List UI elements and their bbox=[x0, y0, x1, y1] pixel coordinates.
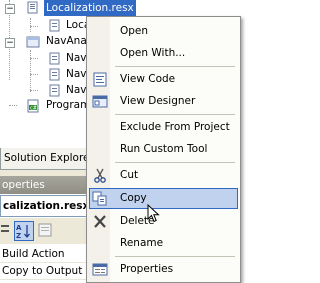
menu-item-label: Properties bbox=[120, 263, 174, 275]
menu-item-label: Rename bbox=[120, 237, 164, 249]
properties-grid: Build Action Copy to Output Dir bbox=[0, 246, 92, 283]
menu-item-label: Open bbox=[120, 25, 149, 37]
menu-separator bbox=[115, 162, 235, 163]
tree-line bbox=[30, 50, 31, 92]
menu-item-exclude-from-project[interactable]: Exclude From Project bbox=[89, 117, 238, 138]
svg-text:Z: Z bbox=[16, 232, 21, 240]
menu-item-label: Open With... bbox=[120, 47, 186, 59]
tree-node-label[interactable]: Nav bbox=[64, 50, 89, 66]
file-icon bbox=[49, 68, 60, 81]
property-pages-button[interactable] bbox=[36, 221, 56, 241]
copy-icon bbox=[92, 191, 107, 206]
folder-file-icon bbox=[26, 36, 40, 48]
categorized-icon bbox=[1, 225, 9, 232]
menu-separator bbox=[115, 66, 235, 67]
tree-node-label[interactable]: Localization.resx bbox=[44, 0, 136, 16]
properties-toolbar: A Z bbox=[0, 218, 90, 244]
view-designer-icon bbox=[92, 95, 108, 108]
menu-item-run-custom-tool[interactable]: Run Custom Tool bbox=[89, 139, 238, 160]
menu-item-rename[interactable]: Rename bbox=[89, 233, 238, 254]
menu-item-label: Exclude From Project bbox=[120, 121, 230, 133]
svg-text:c#: c# bbox=[30, 106, 37, 112]
context-menu: Open Open With... View Code View Designe… bbox=[86, 16, 241, 283]
file-icon bbox=[49, 19, 60, 32]
properties-title-bar: operties bbox=[0, 176, 90, 194]
collapse-toggle[interactable]: − bbox=[5, 38, 15, 48]
menu-item-label: Copy bbox=[120, 192, 147, 204]
svg-text:A: A bbox=[16, 224, 22, 232]
resx-file-icon bbox=[27, 1, 38, 14]
file-icon bbox=[49, 52, 60, 65]
menu-item-label: Cut bbox=[120, 169, 139, 181]
tree-line bbox=[9, 105, 17, 106]
alphabetical-sort-icon: A Z bbox=[16, 224, 30, 240]
tree-line bbox=[30, 90, 38, 91]
menu-separator bbox=[115, 114, 235, 115]
property-row[interactable]: Build Action bbox=[0, 246, 92, 263]
categorized-button[interactable] bbox=[0, 221, 14, 241]
menu-item-label: View Designer bbox=[120, 95, 196, 107]
property-pages-icon bbox=[38, 223, 52, 237]
tree-node-label[interactable]: NavAna bbox=[44, 33, 89, 49]
mouse-cursor-icon bbox=[147, 204, 160, 223]
tree-node-label[interactable]: Nav bbox=[64, 82, 89, 98]
menu-item-label: View Code bbox=[120, 73, 176, 85]
delete-icon bbox=[94, 215, 106, 228]
scissors-icon bbox=[94, 168, 106, 183]
solution-explorer-tab[interactable]: Solution Explorer bbox=[0, 148, 94, 170]
alphabetical-button[interactable]: A Z bbox=[14, 221, 34, 241]
properties-object-selector[interactable]: calization.resx bbox=[0, 195, 90, 217]
view-code-icon bbox=[93, 72, 107, 87]
menu-item-properties[interactable]: Properties bbox=[89, 259, 238, 280]
menu-separator bbox=[115, 256, 235, 257]
menu-item-copy[interactable]: Copy bbox=[89, 188, 238, 209]
csharp-file-icon: c# bbox=[27, 99, 39, 113]
tree-line bbox=[30, 26, 38, 27]
menu-item-cut[interactable]: Cut bbox=[89, 165, 238, 186]
menu-item-open-with[interactable]: Open With... bbox=[89, 43, 238, 64]
collapse-toggle[interactable]: − bbox=[5, 4, 15, 14]
properties-icon bbox=[92, 263, 108, 276]
property-row[interactable]: Copy to Output Dir bbox=[0, 263, 92, 280]
tree-line bbox=[30, 18, 31, 32]
menu-item-delete[interactable]: Delete bbox=[89, 211, 238, 232]
file-icon bbox=[49, 84, 60, 97]
tree-line bbox=[30, 58, 38, 59]
menu-item-view-designer[interactable]: View Designer bbox=[89, 91, 238, 112]
tree-node-label[interactable]: Nav bbox=[64, 66, 89, 82]
menu-item-label: Run Custom Tool bbox=[120, 143, 208, 155]
tree-line bbox=[30, 74, 38, 75]
menu-item-view-code[interactable]: View Code bbox=[89, 69, 238, 90]
menu-item-open[interactable]: Open bbox=[89, 21, 238, 42]
